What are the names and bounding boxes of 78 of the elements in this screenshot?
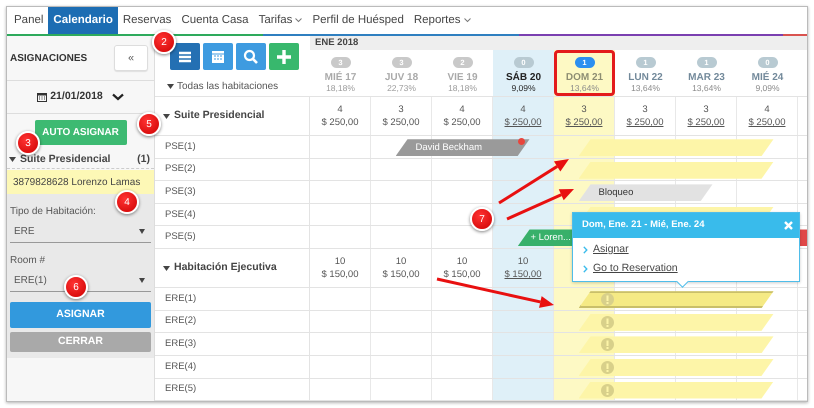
booking-item[interactable]: 3879828628 Lorenzo Lamas <box>7 170 154 194</box>
room-name: PSE(3) <box>155 181 310 203</box>
month-label: ENE 2018 <box>310 36 807 50</box>
nav-tab[interactable]: Calendario <box>48 7 118 34</box>
availability-count: 10 <box>334 255 346 268</box>
price: $ 150,00 <box>444 268 480 282</box>
room-name: ERE(5) <box>155 378 310 400</box>
close-icon[interactable] <box>784 221 793 230</box>
room-name: ERE(1) <box>155 288 310 310</box>
chevron-icon <box>583 246 588 254</box>
caret-icon[interactable] <box>163 114 170 119</box>
room-name: PSE(2) <box>155 158 310 180</box>
room-name: ERE(3) <box>155 333 310 355</box>
field-label: Room # <box>10 254 46 268</box>
group-name: Suite Presidencial <box>174 108 264 124</box>
nav-tab[interactable]: Perfil de Huésped <box>307 7 409 34</box>
chevron-icon <box>583 264 588 273</box>
room-name: ERE(2) <box>155 310 310 332</box>
alert-icon <box>600 316 614 329</box>
availability-count: 4 <box>764 103 770 116</box>
popover-link[interactable]: Asignar <box>593 242 629 258</box>
availability-count: 10 <box>456 255 468 268</box>
caret-icon[interactable] <box>9 157 16 162</box>
price[interactable]: $ 250,00 <box>566 116 602 130</box>
caret-icon[interactable] <box>167 84 174 89</box>
panel-title: ASIGNACIONES <box>10 52 88 66</box>
collapse-button[interactable]: « <box>114 45 148 71</box>
price[interactable]: $ 250,00 <box>688 116 724 130</box>
alert-icon <box>600 384 614 396</box>
room-name: PSE(4) <box>155 204 310 226</box>
price[interactable]: $ 250,00 <box>748 116 786 130</box>
calendar-icon <box>37 92 48 102</box>
caret-icon[interactable] <box>163 266 170 271</box>
availability-count: 10 <box>396 255 406 268</box>
popover-title: Dom, Ene. 21 - Mié, Ene. 24 <box>582 218 704 232</box>
alert-icon <box>600 338 614 352</box>
room-name: ERE(4) <box>155 356 310 378</box>
alert-icon <box>600 293 614 306</box>
group-count: (1) <box>137 152 150 167</box>
price: $ 250,00 <box>322 116 358 130</box>
select-field[interactable]: ERE <box>10 221 151 243</box>
toolbar-button[interactable] <box>170 43 200 70</box>
block-bar[interactable]: Bloqueo <box>578 184 712 202</box>
caret-icon <box>139 278 145 283</box>
availability-count: 3 <box>642 103 648 116</box>
availability-count: 3 <box>703 103 709 116</box>
nav-tab[interactable]: Reportes <box>408 7 476 34</box>
price: $ 150,00 <box>382 268 420 282</box>
chevron-icon <box>464 18 471 23</box>
field-label: Tipo de Habitación: <box>10 205 97 219</box>
nav-tab[interactable]: Panel <box>9 7 48 34</box>
callout-marker: 7 <box>470 207 494 231</box>
price[interactable]: $ 250,00 <box>504 116 542 130</box>
price: $ 150,00 <box>322 268 358 282</box>
price[interactable]: $ 250,00 <box>626 116 664 130</box>
room-name: PSE(5) <box>155 226 310 248</box>
group-name: Habitación Ejecutiva <box>174 260 277 276</box>
availability-count: 4 <box>459 103 465 116</box>
chevron-icon <box>112 93 124 101</box>
nav-tab[interactable]: Cuenta Casa <box>176 7 254 34</box>
toolbar-button[interactable] <box>203 43 233 70</box>
alert-icon <box>600 360 614 374</box>
price: $ 250,00 <box>444 116 480 130</box>
availability-count: 3 <box>581 103 587 116</box>
popover-link[interactable]: Go to Reservation <box>593 260 678 276</box>
availability-count: 3 <box>398 103 404 116</box>
toolbar-button[interactable] <box>236 43 266 70</box>
date-picker[interactable]: 21/01/2018 <box>7 80 154 114</box>
price[interactable]: $ 150,00 <box>504 268 542 282</box>
room-filter[interactable]: Todas las habitaciones <box>177 79 278 94</box>
availability-count: 4 <box>337 103 343 116</box>
chevron-icon <box>295 18 302 23</box>
price: $ 250,00 <box>382 116 420 130</box>
availability-count: 10 <box>518 255 528 268</box>
caret-icon <box>139 229 145 234</box>
availability-count: 4 <box>520 103 526 116</box>
nav-tab[interactable]: Tarifas <box>254 7 308 34</box>
room-name: PSE(1) <box>155 136 310 158</box>
